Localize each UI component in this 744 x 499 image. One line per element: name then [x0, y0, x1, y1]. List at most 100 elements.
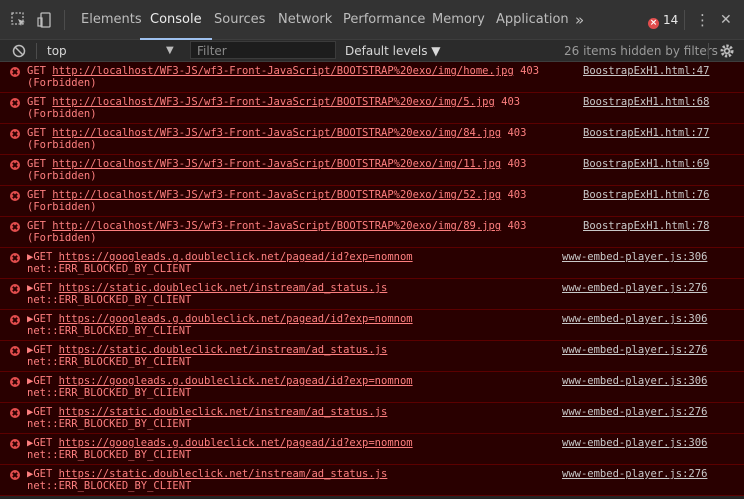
- error-count: 14: [663, 13, 679, 27]
- source-link[interactable]: BoostrapExH1.html:78: [583, 220, 709, 233]
- request-method: ▶GET: [27, 375, 59, 387]
- tab-network[interactable]: Network: [278, 0, 332, 40]
- error-icon: [10, 408, 20, 418]
- source-link[interactable]: BoostrapExH1.html:47: [583, 65, 709, 78]
- error-icon: [10, 315, 20, 325]
- source-link[interactable]: www-embed-player.js:276: [562, 282, 707, 295]
- console-error-row[interactable]: ▶GET https://static.doubleclick.net/inst…: [0, 403, 744, 434]
- source-link[interactable]: www-embed-player.js:276: [562, 406, 707, 419]
- console-error-row[interactable]: GET http://localhost/WF3-JS/wf3-Front-Ja…: [0, 186, 744, 217]
- tab-sources[interactable]: Sources: [214, 0, 265, 40]
- error-message-line: GET http://localhost/WF3-JS/wf3-Front-Ja…: [27, 65, 539, 78]
- request-url-link[interactable]: https://googleads.g.doubleclick.net/page…: [59, 437, 413, 449]
- request-url-link[interactable]: http://localhost/WF3-JS/wf3-Front-JavaSc…: [52, 96, 495, 108]
- tab-performance[interactable]: Performance: [343, 0, 425, 40]
- source-link[interactable]: www-embed-player.js:276: [562, 344, 707, 357]
- source-link[interactable]: www-embed-player.js:306: [562, 251, 707, 264]
- error-message-line: GET http://localhost/WF3-JS/wf3-Front-Ja…: [27, 96, 520, 109]
- clear-console-icon[interactable]: [12, 44, 26, 58]
- console-error-row[interactable]: ▶GET https://static.doubleclick.net/inst…: [0, 341, 744, 372]
- device-toggle-icon[interactable]: [36, 11, 54, 29]
- console-error-row[interactable]: ▶GET https://googleads.g.doubleclick.net…: [0, 434, 744, 465]
- request-url-link[interactable]: http://localhost/WF3-JS/wf3-Front-JavaSc…: [52, 158, 501, 170]
- more-menu-button[interactable]: ⋮: [695, 0, 710, 40]
- log-levels-dropdown[interactable]: Default levels ▼: [345, 40, 441, 62]
- error-message-line: GET http://localhost/WF3-JS/wf3-Front-Ja…: [27, 158, 526, 171]
- context-selector[interactable]: top: [47, 40, 67, 62]
- source-link[interactable]: BoostrapExH1.html:77: [583, 127, 709, 140]
- error-detail: (Forbidden): [27, 139, 97, 151]
- request-url-link[interactable]: https://static.doubleclick.net/instream/…: [59, 406, 388, 418]
- request-method: ▶GET: [27, 406, 59, 418]
- error-detail: net::ERR_BLOCKED_BY_CLIENT: [27, 480, 192, 492]
- error-detail: (Forbidden): [27, 108, 97, 120]
- tab-elements[interactable]: Elements: [81, 0, 142, 40]
- error-detail: (Forbidden): [27, 232, 97, 244]
- filter-input[interactable]: Filter: [190, 41, 336, 59]
- error-message-line: GET http://localhost/WF3-JS/wf3-Front-Ja…: [27, 127, 526, 140]
- source-link[interactable]: BoostrapExH1.html:76: [583, 189, 709, 202]
- source-link[interactable]: www-embed-player.js:306: [562, 375, 707, 388]
- source-link[interactable]: www-embed-player.js:276: [562, 468, 707, 481]
- source-link[interactable]: BoostrapExH1.html:68: [583, 96, 709, 109]
- status-code: 403: [501, 127, 527, 139]
- tab-application[interactable]: Application: [496, 0, 569, 40]
- tab-memory[interactable]: Memory: [432, 0, 485, 40]
- request-url-link[interactable]: https://googleads.g.doubleclick.net/page…: [59, 375, 413, 387]
- source-link[interactable]: www-embed-player.js:306: [562, 313, 707, 326]
- request-url-link[interactable]: https://static.doubleclick.net/instream/…: [59, 468, 388, 480]
- console-error-row[interactable]: ▶GET https://googleads.g.doubleclick.net…: [0, 372, 744, 403]
- error-icon: [10, 222, 20, 232]
- error-detail: (Forbidden): [27, 201, 97, 213]
- console-error-row[interactable]: ▶GET https://googleads.g.doubleclick.net…: [0, 248, 744, 279]
- request-method: ▶GET: [27, 251, 59, 263]
- error-icon: [10, 67, 20, 77]
- request-url-link[interactable]: https://googleads.g.doubleclick.net/page…: [59, 313, 413, 325]
- settings-gear-icon[interactable]: [718, 42, 736, 60]
- error-icon: [10, 377, 20, 387]
- console-error-row[interactable]: GET http://localhost/WF3-JS/wf3-Front-Ja…: [0, 62, 744, 93]
- console-error-row[interactable]: GET http://localhost/WF3-JS/wf3-Front-Ja…: [0, 93, 744, 124]
- source-link[interactable]: BoostrapExH1.html:69: [583, 158, 709, 171]
- request-method: ▶GET: [27, 344, 59, 356]
- error-count-badge[interactable]: × 14: [648, 12, 679, 29]
- request-method: ▶GET: [27, 437, 59, 449]
- request-url-link[interactable]: http://localhost/WF3-JS/wf3-Front-JavaSc…: [52, 220, 501, 232]
- request-method: GET: [27, 127, 53, 139]
- more-tabs-button[interactable]: »: [575, 0, 584, 40]
- request-method: GET: [27, 220, 53, 232]
- console-error-row[interactable]: GET http://localhost/WF3-JS/wf3-Front-Ja…: [0, 155, 744, 186]
- request-url-link[interactable]: https://googleads.g.doubleclick.net/page…: [59, 251, 413, 263]
- status-code: 403: [501, 158, 527, 170]
- status-code: 403: [513, 65, 540, 77]
- error-icon: [10, 253, 20, 263]
- error-detail: net::ERR_BLOCKED_BY_CLIENT: [27, 418, 192, 430]
- error-icon: [10, 129, 20, 139]
- console-error-row[interactable]: ▶GET https://static.doubleclick.net/inst…: [0, 279, 744, 310]
- toolbar-divider: [708, 43, 709, 59]
- error-icon: [10, 284, 20, 294]
- console-error-row[interactable]: ▶GET https://static.doubleclick.net/inst…: [0, 465, 744, 496]
- console-error-row[interactable]: ▶GET https://googleads.g.doubleclick.net…: [0, 310, 744, 341]
- request-url-link[interactable]: https://static.doubleclick.net/instream/…: [59, 282, 388, 294]
- error-detail: net::ERR_BLOCKED_BY_CLIENT: [27, 387, 192, 399]
- request-url-link[interactable]: http://localhost/WF3-JS/wf3-Front-JavaSc…: [52, 65, 513, 77]
- inspect-element-icon[interactable]: [10, 11, 28, 29]
- console-error-row[interactable]: GET http://localhost/WF3-JS/wf3-Front-Ja…: [0, 217, 744, 248]
- error-detail: net::ERR_BLOCKED_BY_CLIENT: [27, 356, 192, 368]
- request-url-link[interactable]: http://localhost/WF3-JS/wf3-Front-JavaSc…: [52, 127, 501, 139]
- request-method: GET: [27, 158, 53, 170]
- request-url-link[interactable]: http://localhost/WF3-JS/wf3-Front-JavaSc…: [52, 189, 501, 201]
- error-message-line: GET http://localhost/WF3-JS/wf3-Front-Ja…: [27, 220, 526, 233]
- console-error-row[interactable]: GET http://localhost/WF3-JS/wf3-Front-Ja…: [0, 124, 744, 155]
- error-icon: [10, 470, 20, 480]
- close-devtools-button[interactable]: ✕: [720, 0, 732, 40]
- source-link[interactable]: www-embed-player.js:306: [562, 437, 707, 450]
- status-code: 403: [494, 96, 521, 108]
- error-icon: [10, 346, 20, 356]
- error-message-line: GET http://localhost/WF3-JS/wf3-Front-Ja…: [27, 189, 526, 202]
- tab-console[interactable]: Console: [140, 0, 212, 40]
- error-detail: (Forbidden): [27, 170, 97, 182]
- request-url-link[interactable]: https://static.doubleclick.net/instream/…: [59, 344, 388, 356]
- context-dropdown-arrow[interactable]: ▼: [166, 40, 174, 62]
